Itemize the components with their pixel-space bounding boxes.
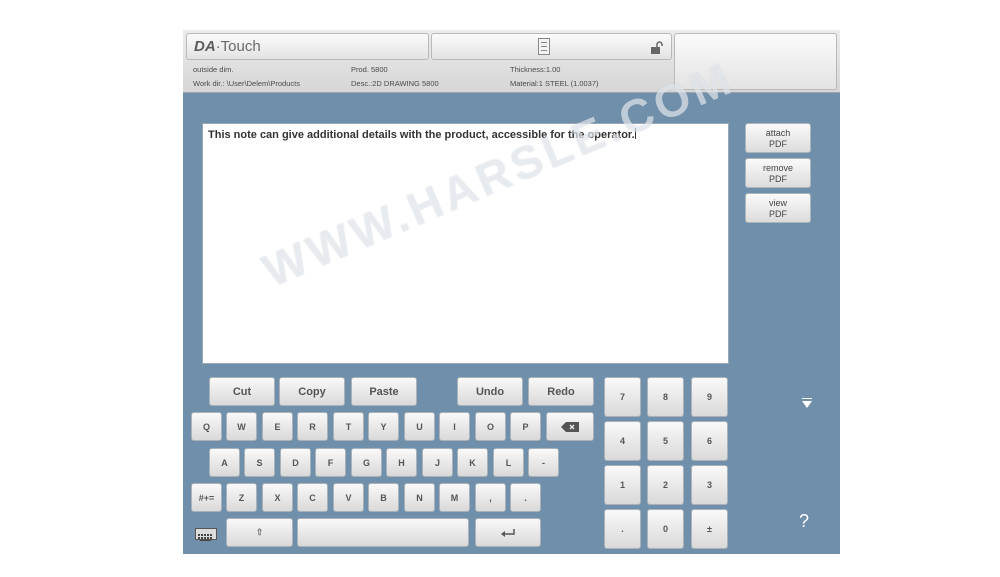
header-right-panel [674, 33, 837, 90]
status-box [431, 33, 672, 60]
numpad-key-3[interactable]: 3 [691, 465, 728, 505]
document-icon [538, 38, 550, 55]
collapse-keyboard-icon[interactable] [802, 401, 812, 408]
paste-button[interactable]: Paste [351, 377, 417, 406]
key-l[interactable]: L [493, 448, 524, 477]
cut-button[interactable]: Cut [209, 377, 275, 406]
key-u[interactable]: U [404, 412, 435, 441]
remove-pdf-button[interactable]: remove PDF [745, 158, 811, 188]
key-c[interactable]: C [297, 483, 328, 512]
key-w[interactable]: W [226, 412, 257, 441]
key-r[interactable]: R [297, 412, 328, 441]
redo-button[interactable]: Redo [528, 377, 594, 406]
material-label: Material:1 STEEL (1.0037) [510, 79, 599, 88]
key-i[interactable]: I [439, 412, 470, 441]
work-dir-label: Work dir.: \User\Delem\Products [193, 79, 300, 88]
key-o[interactable]: O [475, 412, 506, 441]
numpad-key-4[interactable]: 4 [604, 421, 641, 461]
numpad-key-1[interactable]: 1 [604, 465, 641, 505]
key-b[interactable]: B [368, 483, 399, 512]
backspace-key[interactable] [546, 412, 594, 441]
note-text-area[interactable]: This note can give additional details wi… [202, 123, 729, 364]
numpad-key-decimal[interactable]: . [604, 509, 641, 549]
key-y[interactable]: Y [368, 412, 399, 441]
collapse-line [802, 398, 812, 399]
key-j[interactable]: J [422, 448, 453, 477]
da-touch-screen: DA·Touch outside dim. Prod. 5800 Thickne… [183, 30, 840, 554]
key-g[interactable]: G [351, 448, 382, 477]
key-e[interactable]: E [262, 412, 293, 441]
numpad-key-plus-minus[interactable]: ± [691, 509, 728, 549]
key-p[interactable]: P [510, 412, 541, 441]
key-k[interactable]: K [457, 448, 488, 477]
numpad-key-6[interactable]: 6 [691, 421, 728, 461]
key-s[interactable]: S [244, 448, 275, 477]
header-bar: DA·Touch outside dim. Prod. 5800 Thickne… [183, 30, 840, 93]
numpad-key-8[interactable]: 8 [647, 377, 684, 417]
symbols-key[interactable]: #+= [191, 483, 222, 512]
backspace-icon [561, 421, 579, 432]
key-f[interactable]: F [315, 448, 346, 477]
view-pdf-button[interactable]: view PDF [745, 193, 811, 223]
thickness-label: Thickness:1.00 [510, 65, 561, 74]
text-cursor [634, 128, 636, 139]
key-q[interactable]: Q [191, 412, 222, 441]
undo-button[interactable]: Undo [457, 377, 523, 406]
key-period[interactable]: . [510, 483, 541, 512]
key-dash[interactable]: - [528, 448, 559, 477]
description-label: Desc.:2D DRAWING 5800 [351, 79, 439, 88]
key-n[interactable]: N [404, 483, 435, 512]
enter-key[interactable] [475, 518, 541, 547]
key-h[interactable]: H [386, 448, 417, 477]
app-logo: DA·Touch [186, 33, 429, 60]
help-button[interactable]: ? [799, 511, 809, 532]
key-m[interactable]: M [439, 483, 470, 512]
attach-pdf-button[interactable]: attach PDF [745, 123, 811, 153]
numpad-key-7[interactable]: 7 [604, 377, 641, 417]
shift-key[interactable]: ⇧ [226, 518, 293, 547]
numpad-key-5[interactable]: 5 [647, 421, 684, 461]
enter-icon [501, 528, 515, 537]
key-d[interactable]: D [280, 448, 311, 477]
numpad-key-9[interactable]: 9 [691, 377, 728, 417]
key-v[interactable]: V [333, 483, 364, 512]
key-t[interactable]: T [333, 412, 364, 441]
numpad-key-0[interactable]: 0 [647, 509, 684, 549]
shift-icon: ⇧ [255, 527, 264, 537]
key-z[interactable]: Z [226, 483, 257, 512]
key-comma[interactable]: , [475, 483, 506, 512]
copy-button[interactable]: Copy [279, 377, 345, 406]
note-text: This note can give additional details wi… [208, 129, 635, 141]
product-label: Prod. 5800 [351, 65, 388, 74]
numpad-key-2[interactable]: 2 [647, 465, 684, 505]
key-a[interactable]: A [209, 448, 240, 477]
key-x[interactable]: X [262, 483, 293, 512]
keyboard-toggle-icon[interactable] [195, 528, 217, 541]
unlock-icon[interactable] [650, 41, 664, 54]
outside-dim-label: outside dim. [193, 65, 234, 74]
space-key[interactable] [297, 518, 469, 547]
